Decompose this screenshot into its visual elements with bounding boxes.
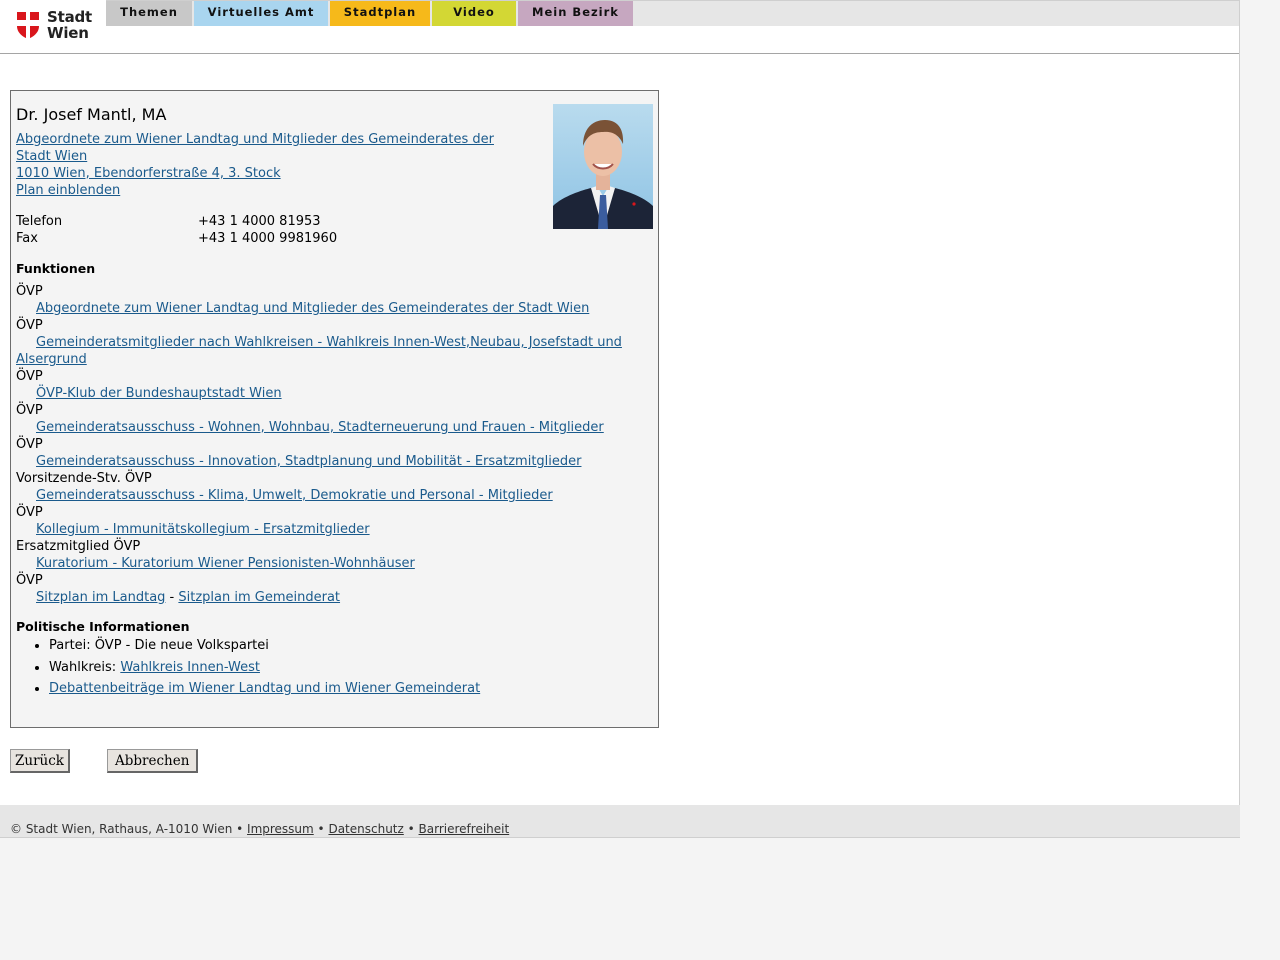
list-item: Debattenbeiträge im Wiener Landtag und i… xyxy=(49,680,649,702)
coat-of-arms-icon xyxy=(17,12,39,39)
datenschutz-link[interactable]: Datenschutz xyxy=(328,822,403,836)
district-label: Wahlkreis: xyxy=(49,659,121,675)
seating-plan-gemeinderat-link[interactable]: Sitzplan im Gemeinderat xyxy=(178,590,340,605)
function-party: ÖVP xyxy=(16,573,43,588)
function-link[interactable]: Kuratorium - Kuratorium Wiener Pensionis… xyxy=(36,556,415,571)
address-link[interactable]: 1010 Wien, Ebendorferstraße 4, 3. Stock xyxy=(16,166,281,181)
political-info-list: Partei: ÖVP - Die neue Volkspartei Wahlk… xyxy=(16,637,649,702)
phone-label: Telefon xyxy=(16,214,63,229)
seating-plan-landtag-link[interactable]: Sitzplan im Landtag xyxy=(36,590,165,605)
page: Stadt Wien Themen Virtuelles Amt Stadtpl… xyxy=(0,0,1240,805)
seating-plan-links: Sitzplan im Landtag - Sitzplan im Gemein… xyxy=(36,590,340,605)
tab-themen[interactable]: Themen xyxy=(106,1,192,26)
role-link[interactable]: Abgeordnete zum Wiener Landtag und Mitgl… xyxy=(16,132,494,147)
function-party: Ersatzmitglied ÖVP xyxy=(16,539,141,554)
header: Stadt Wien Themen Virtuelles Amt Stadtpl… xyxy=(0,0,1239,54)
footer-separator: • xyxy=(403,822,419,836)
function-link[interactable]: Gemeinderatsmitglieder nach Wahlkreisen … xyxy=(36,335,622,350)
fax-label: Fax xyxy=(16,231,38,246)
phone-value: +43 1 4000 81953 xyxy=(198,214,321,229)
function-link[interactable]: Abgeordnete zum Wiener Landtag und Mitgl… xyxy=(36,301,589,316)
footer-separator: • xyxy=(313,822,329,836)
tab-mein-bezirk[interactable]: Mein Bezirk xyxy=(518,1,633,26)
function-link[interactable]: ÖVP-Klub der Bundeshauptstadt Wien xyxy=(36,386,282,401)
show-map-link[interactable]: Plan einblenden xyxy=(16,183,120,198)
party-value: ÖVP - Die neue Volkspartei xyxy=(94,638,269,653)
party-label: Partei: xyxy=(49,638,95,653)
cancel-button[interactable]: Abbrechen xyxy=(107,749,199,773)
fax-value: +43 1 4000 9981960 xyxy=(198,231,338,246)
list-item: Partei: ÖVP - Die neue Volkspartei xyxy=(49,637,649,659)
logo-text: Stadt Wien xyxy=(47,9,92,41)
footer: © Stadt Wien, Rathaus, A-1010 Wien • Imp… xyxy=(0,805,1240,838)
barrierefreiheit-link[interactable]: Barrierefreiheit xyxy=(419,822,510,836)
function-party: ÖVP xyxy=(16,318,43,333)
political-info-heading: Politische Informationen xyxy=(16,619,190,634)
debates-link[interactable]: Debattenbeiträge im Wiener Landtag und i… xyxy=(49,681,480,696)
function-link-continuation[interactable]: Alsergrund xyxy=(16,352,87,367)
function-party: ÖVP xyxy=(16,284,43,299)
impressum-link[interactable]: Impressum xyxy=(247,822,314,836)
role-link-continuation[interactable]: Stadt Wien xyxy=(16,149,87,164)
function-link[interactable]: Kollegium - Immunitätskollegium - Ersatz… xyxy=(36,522,370,537)
copyright-text: © Stadt Wien, Rathaus, A-1010 Wien • xyxy=(10,822,248,836)
function-party: ÖVP xyxy=(16,437,43,452)
main-navigation: Themen Virtuelles Amt Stadtplan Video Me… xyxy=(106,0,1239,26)
function-party: ÖVP xyxy=(16,369,43,384)
functions-heading: Funktionen xyxy=(16,261,96,276)
district-link[interactable]: Wahlkreis Innen-West xyxy=(120,660,260,675)
tab-video[interactable]: Video xyxy=(432,1,516,26)
function-party: Vorsitzende-Stv. ÖVP xyxy=(16,471,152,486)
function-link[interactable]: Gemeinderatsausschuss - Klima, Umwelt, D… xyxy=(36,488,553,503)
back-button[interactable]: Zurück xyxy=(10,749,70,773)
tab-virtuelles-amt[interactable]: Virtuelles Amt xyxy=(194,1,328,26)
function-link[interactable]: Gemeinderatsausschuss - Wohnen, Wohnbau,… xyxy=(36,420,604,435)
stadt-wien-logo[interactable]: Stadt Wien xyxy=(16,9,92,43)
function-party: ÖVP xyxy=(16,403,43,418)
list-item: Wahlkreis: Wahlkreis Innen-West xyxy=(49,659,649,681)
function-link[interactable]: Gemeinderatsausschuss - Innovation, Stad… xyxy=(36,454,581,469)
person-detail-card: Dr. Josef Mantl, MA Abgeordnete zum Wien… xyxy=(10,90,659,728)
separator: - xyxy=(165,590,179,605)
logo-line-2: Wien xyxy=(47,24,89,42)
person-name: Dr. Josef Mantl, MA xyxy=(16,105,167,124)
tab-stadtplan[interactable]: Stadtplan xyxy=(330,1,430,26)
footer-links: © Stadt Wien, Rathaus, A-1010 Wien • Imp… xyxy=(10,822,509,836)
logo-line-1: Stadt xyxy=(47,8,93,26)
function-party: ÖVP xyxy=(16,505,43,520)
person-photo xyxy=(553,104,653,229)
